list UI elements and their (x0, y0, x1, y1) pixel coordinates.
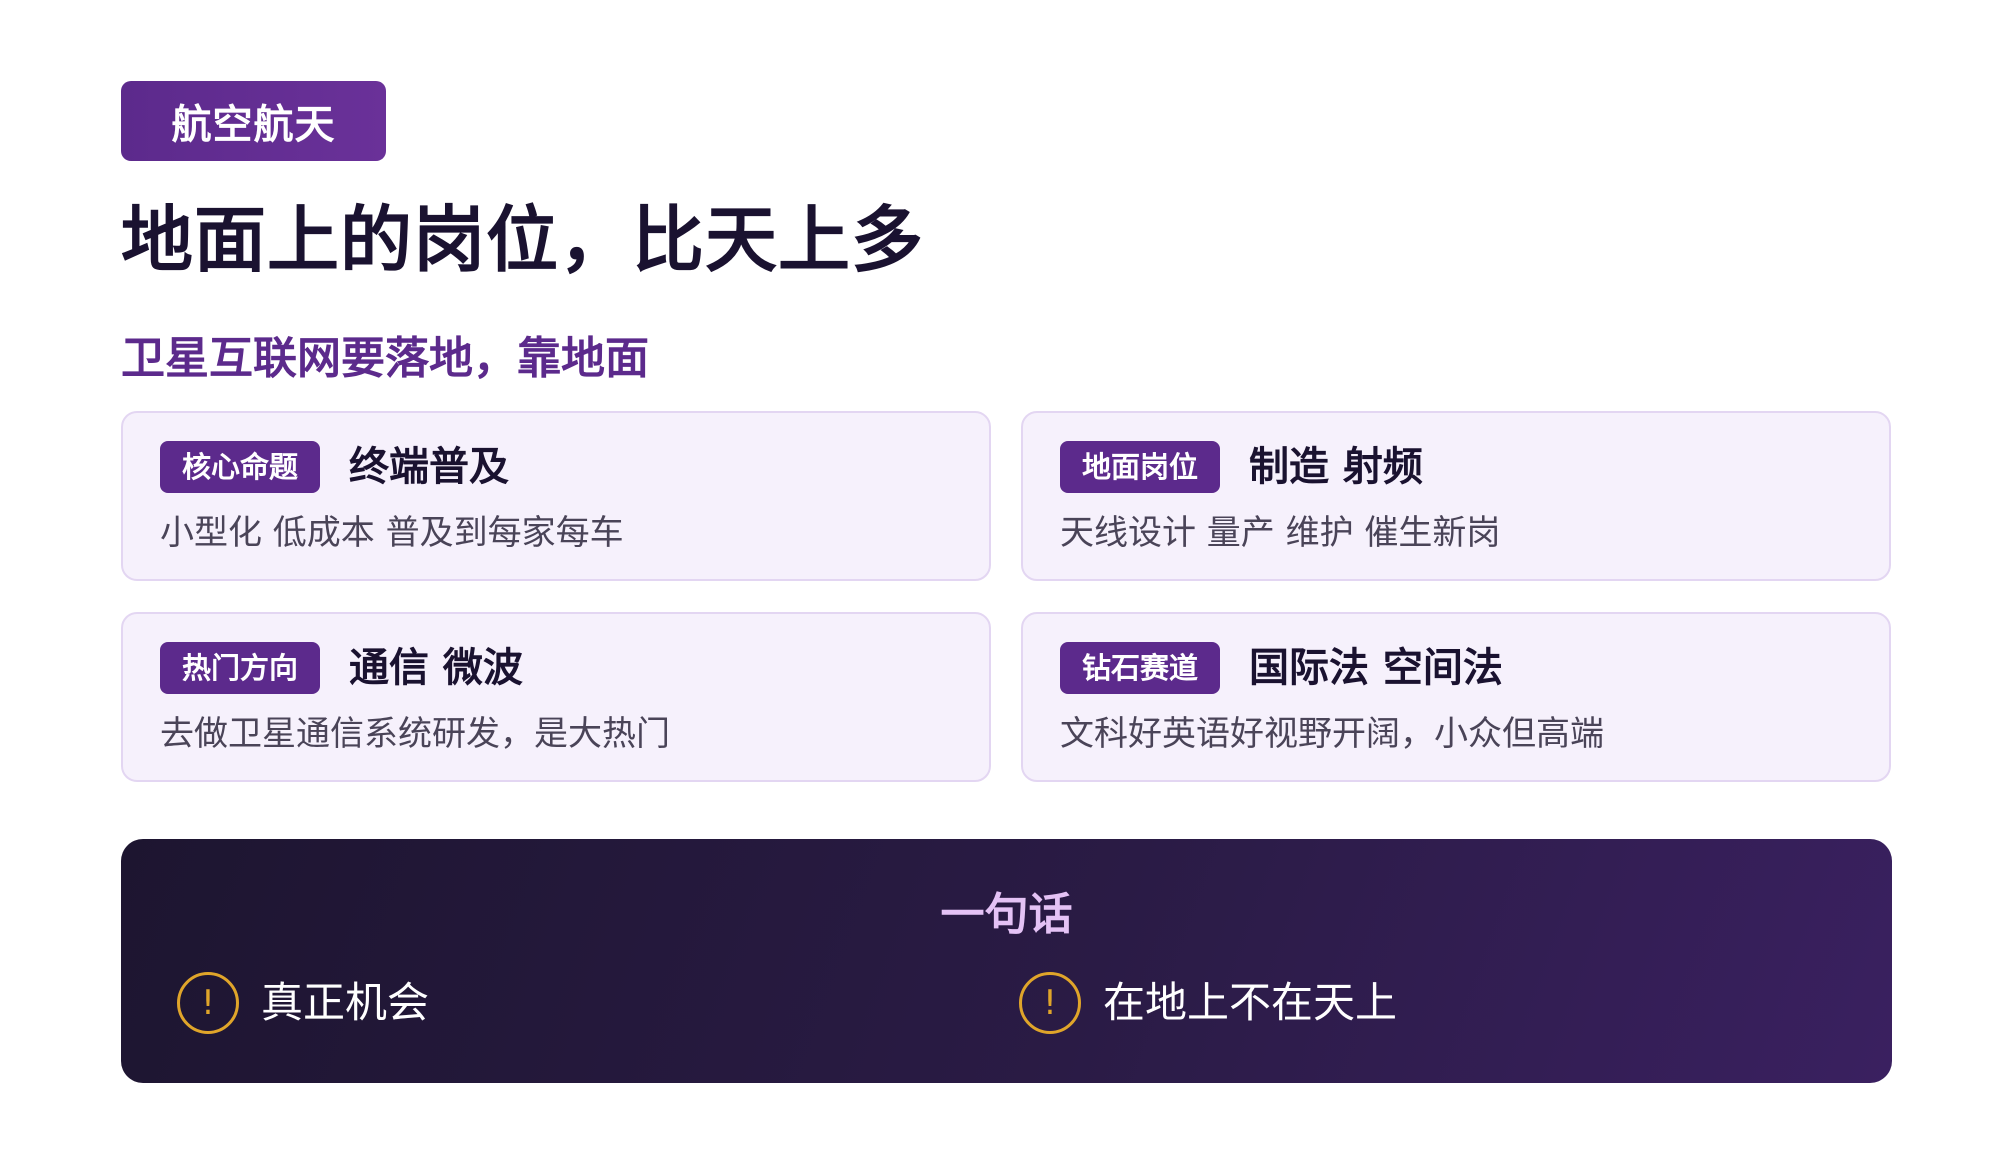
exclamation-circle-icon: ! (1019, 972, 1081, 1034)
summary-point-text: 真正机会 (261, 978, 430, 1027)
card-hot-direction: 热门方向 通信 微波 去做卫星通信系统研发，是大热门 (121, 612, 991, 782)
card-description: 文科好英语好视野开阔，小众但高端 (1060, 714, 1604, 754)
summary-panel: 一句话 ! 真正机会 ! 在地上不在天上 (121, 839, 1892, 1083)
slide: 航空航天 地面上的岗位，比天上多 卫星互联网要落地，靠地面 核心命题 终端普及 … (0, 0, 2000, 1156)
card-tag: 地面岗位 (1060, 441, 1221, 493)
section-subtitle: 卫星互联网要落地，靠地面 (121, 333, 649, 384)
card-heading: 制造 射频 (1249, 444, 1423, 490)
card-description: 小型化 低成本 普及到每家每车 (160, 513, 624, 553)
exclamation-circle-icon: ! (177, 972, 239, 1034)
card-terminal-adoption: 核心命题 终端普及 小型化 低成本 普及到每家每车 (121, 411, 991, 581)
summary-point: ! 真正机会 (177, 969, 429, 1037)
summary-point-text: 在地上不在天上 (1103, 978, 1398, 1027)
summary-point: ! 在地上不在天上 (1019, 969, 1397, 1037)
card-description: 天线设计 量产 维护 催生新岗 (1060, 513, 1501, 553)
card-ground-jobs: 地面岗位 制造 射频 天线设计 量产 维护 催生新岗 (1021, 411, 1891, 581)
page-title: 地面上的岗位，比天上多 (121, 198, 925, 282)
card-tag: 钻石赛道 (1060, 642, 1221, 694)
card-diamond-track: 钻石赛道 国际法 空间法 文科好英语好视野开阔，小众但高端 (1021, 612, 1891, 782)
card-heading: 终端普及 (349, 444, 509, 490)
category-badge: 航空航天 (121, 81, 386, 161)
summary-title: 一句话 (940, 889, 1073, 940)
card-heading: 通信 微波 (349, 645, 523, 691)
card-heading: 国际法 空间法 (1249, 645, 1503, 691)
card-tag: 核心命题 (160, 441, 321, 493)
card-description: 去做卫星通信系统研发，是大热门 (160, 714, 670, 754)
card-tag: 热门方向 (160, 642, 321, 694)
